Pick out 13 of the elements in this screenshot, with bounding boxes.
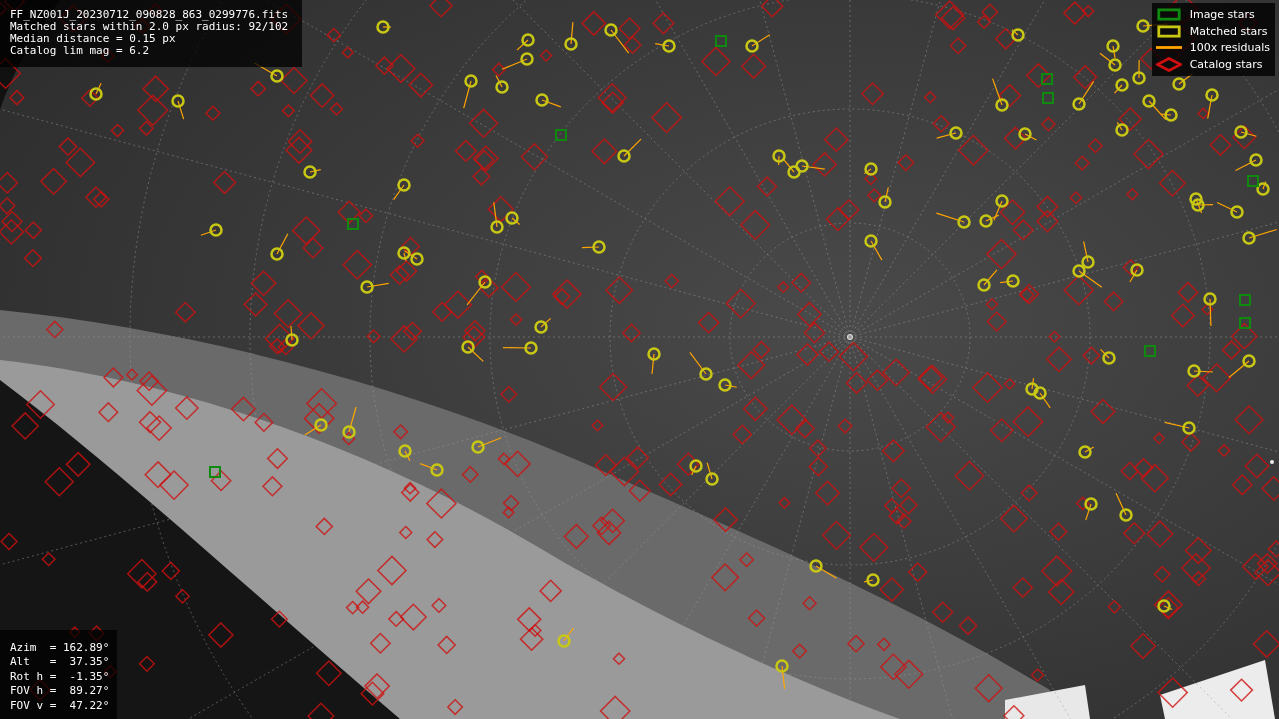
legend-label: Catalog stars bbox=[1189, 57, 1263, 71]
legend-label: 100x residuals bbox=[1189, 41, 1270, 55]
pointing-text: Rot h = -1.35° bbox=[10, 669, 110, 685]
pointing-text: Alt = 37.35° bbox=[10, 655, 110, 670]
info-text: Catalog lim mag = 6.2 bbox=[10, 45, 151, 57]
pointing-text: FOV h = 89.27° bbox=[10, 684, 110, 699]
legend-label: Image stars bbox=[1189, 8, 1255, 22]
info-text: Matched stars within 2.0 px radius: 92/102 bbox=[10, 21, 289, 33]
info-text: FF_NZ001J_20230712_090828_863_0299776.fits bbox=[10, 9, 289, 21]
info-text: Median distance = 0.15 px bbox=[10, 33, 177, 45]
legend-label: Matched stars bbox=[1189, 24, 1268, 38]
pointing-text: Azim = 162.89° bbox=[10, 640, 110, 656]
pointing-text: FOV v = 47.22° bbox=[10, 698, 110, 713]
